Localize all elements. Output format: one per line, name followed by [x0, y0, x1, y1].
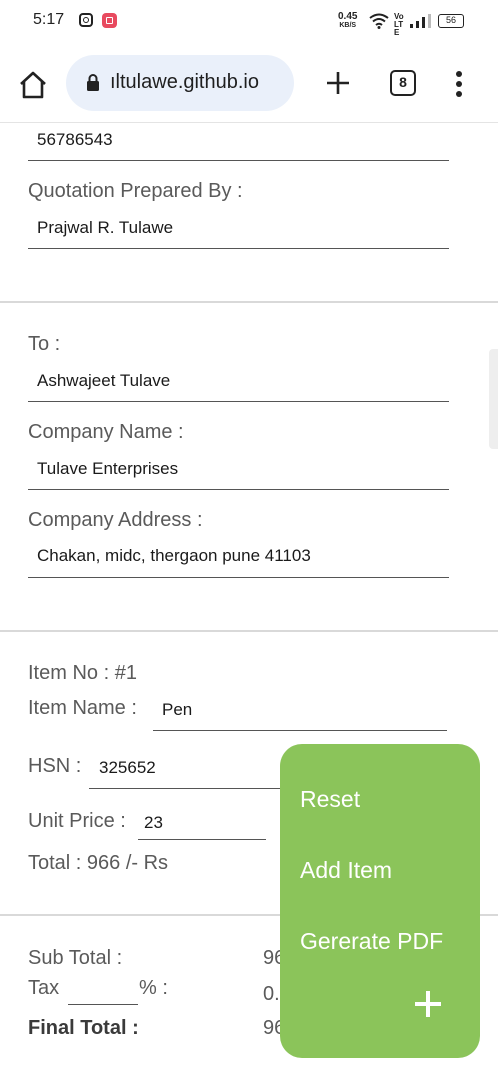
- tax-value: 0.: [263, 983, 280, 1005]
- to-underline: [28, 401, 449, 402]
- instagram-icon: [79, 13, 93, 27]
- company-name-label: Company Name :: [28, 421, 184, 443]
- item-name-label: Item Name :: [28, 697, 137, 719]
- company-name-field[interactable]: Tulave Enterprises: [37, 459, 178, 479]
- sub-total-label: Sub Total :: [28, 947, 123, 969]
- section-divider: [0, 630, 498, 632]
- prepared-by-underline: [28, 248, 449, 249]
- status-time: 5:17: [33, 11, 65, 28]
- home-icon[interactable]: [18, 70, 48, 100]
- scroll-indicator[interactable]: [489, 349, 498, 449]
- company-name-underline: [28, 489, 449, 490]
- battery-icon: 56: [438, 14, 464, 28]
- company-address-underline: [28, 577, 449, 578]
- hsn-underline: [89, 788, 284, 789]
- more-menu-icon[interactable]: [449, 70, 469, 98]
- network-speed: 0.45 KB/S: [338, 12, 357, 30]
- url-text: ıltulawe.github.io: [110, 71, 259, 93]
- tax-label: Tax: [28, 977, 60, 999]
- browser-toolbar: ıltulawe.github.io 8: [0, 44, 498, 123]
- screen-record-icon: [102, 13, 117, 28]
- lock-icon: [87, 74, 99, 91]
- unit-price-field[interactable]: 23: [144, 813, 163, 833]
- item-number-label: Item No : #1: [28, 662, 137, 684]
- tax-input[interactable]: [68, 1004, 138, 1005]
- network-speed-unit: KB/S: [339, 22, 357, 29]
- address-bar[interactable]: ıltulawe.github.io: [66, 55, 294, 111]
- item-name-field[interactable]: Pen: [162, 700, 192, 720]
- item-name-underline: [153, 730, 447, 731]
- company-address-field[interactable]: Chakan, midc, thergaon pune 41103: [37, 546, 311, 566]
- unit-price-underline: [138, 839, 266, 840]
- reset-button[interactable]: Reset: [300, 786, 360, 813]
- to-label: To :: [28, 333, 61, 355]
- generate-pdf-button[interactable]: Gererate PDF: [300, 928, 443, 955]
- phone-field[interactable]: 56786543: [37, 130, 113, 150]
- item-total: Total : 966 /- Rs: [28, 852, 169, 874]
- network-speed-value: 0.45: [338, 11, 358, 22]
- prepared-by-field[interactable]: Prajwal R. Tulawe: [37, 218, 173, 238]
- phone-underline: [28, 160, 449, 161]
- status-bar: 5:17 0.45 KB/S Vo LTE 56: [0, 0, 498, 44]
- fab-menu: Reset Add Item Gererate PDF: [280, 744, 480, 1058]
- to-field[interactable]: Ashwajeet Tulave: [37, 371, 170, 391]
- signal-icon: [410, 14, 431, 28]
- volte-indicator: Vo LTE: [394, 12, 404, 37]
- tabs-icon[interactable]: 8: [390, 70, 416, 96]
- prepared-by-label: Quotation Prepared By :: [28, 180, 243, 202]
- add-item-button[interactable]: Add Item: [300, 857, 392, 884]
- hsn-field[interactable]: 325652: [99, 758, 156, 778]
- company-address-label: Company Address :: [28, 509, 203, 531]
- hsn-label: HSN :: [28, 755, 82, 777]
- new-tab-icon[interactable]: [324, 69, 352, 97]
- wifi-icon: [369, 13, 389, 29]
- plus-icon[interactable]: [412, 988, 444, 1020]
- tax-percent-label: % :: [139, 977, 168, 999]
- unit-price-label: Unit Price :: [28, 810, 126, 832]
- section-divider: [0, 301, 498, 303]
- final-total-label: Final Total :: [28, 1017, 139, 1039]
